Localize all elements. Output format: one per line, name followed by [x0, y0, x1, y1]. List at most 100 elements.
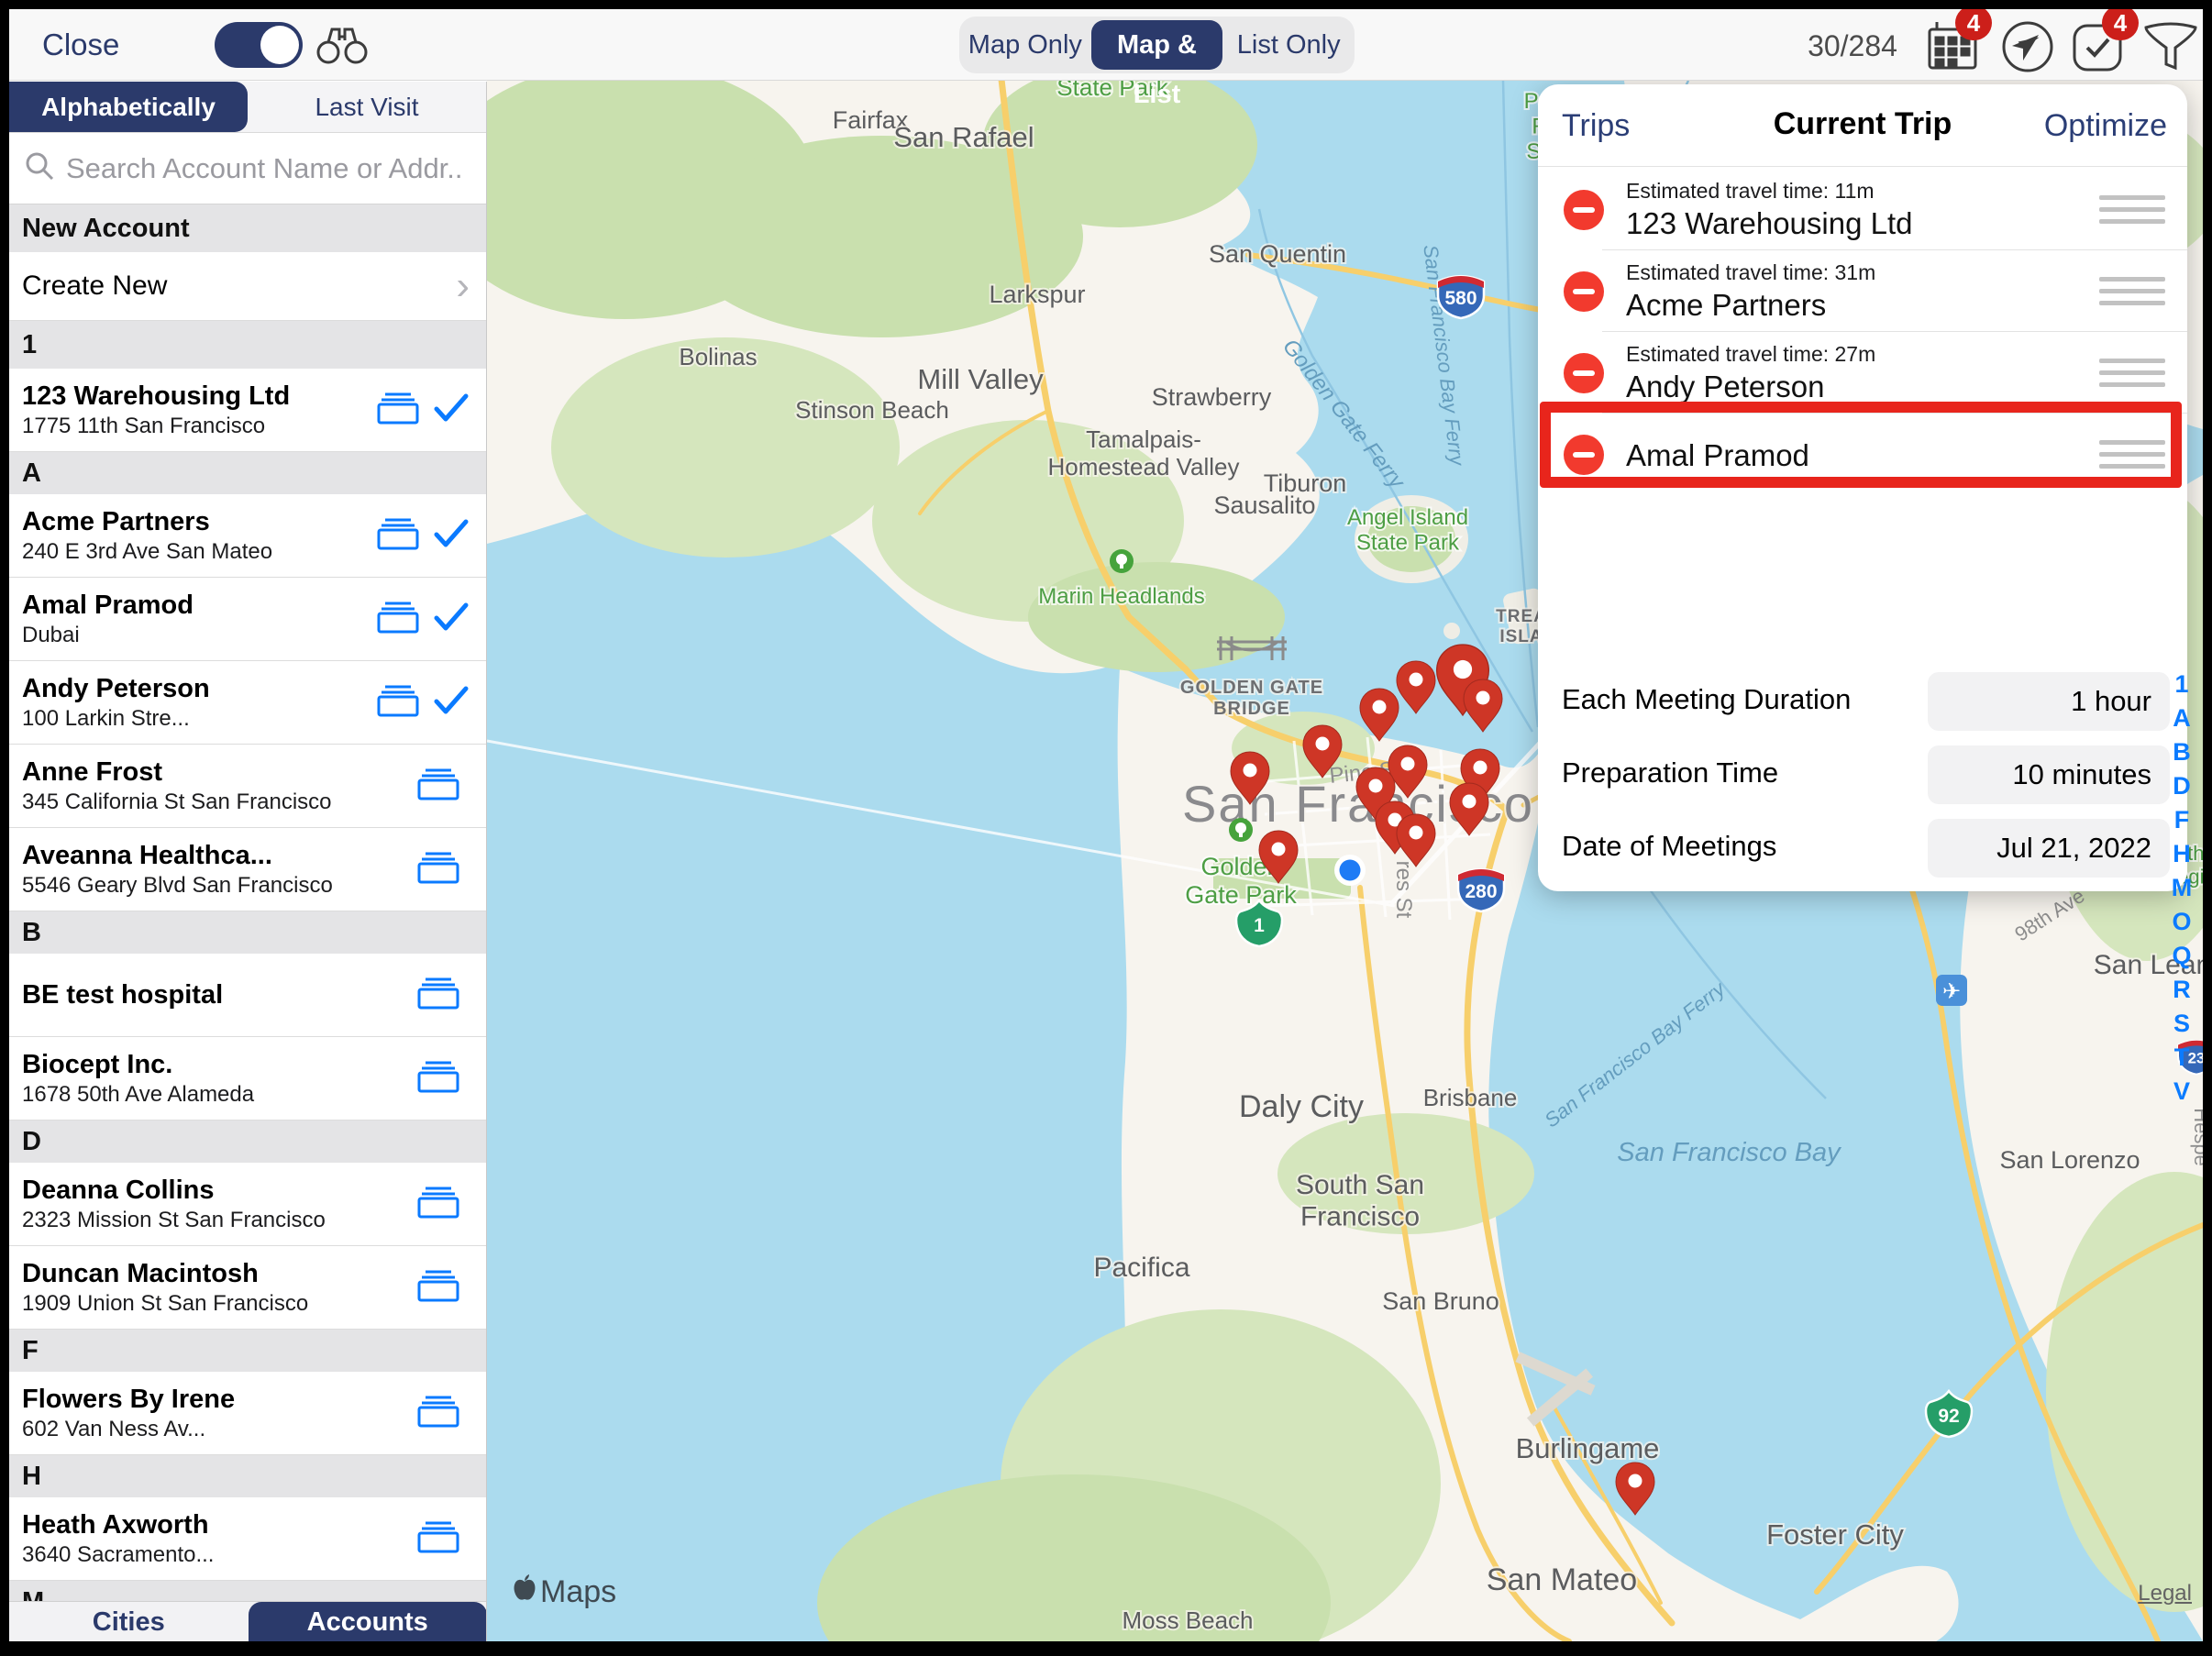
locate-me-icon[interactable]: [2001, 20, 2054, 78]
account-row[interactable]: Amal PramodDubai: [9, 578, 486, 661]
account-name: 123 Warehousing Ltd: [22, 380, 376, 413]
colorize-toggle[interactable]: [215, 22, 303, 68]
optimize-button[interactable]: Optimize: [2044, 108, 2167, 144]
remove-stop-icon[interactable]: [1564, 435, 1604, 475]
account-name: Anne Frost: [22, 756, 416, 789]
setting-label: Date of Meetings: [1562, 830, 1776, 863]
street-label: Hespe: [2190, 1108, 2203, 1166]
account-address: 100 Larkin Stre...: [22, 705, 376, 733]
map-pin[interactable]: [1616, 1463, 1654, 1515]
trip-stop-row[interactable]: Estimated travel time: 11m123 Warehousin…: [1538, 170, 2187, 250]
account-stack-icon[interactable]: [416, 767, 460, 806]
sort-tabs: Alphabetically Last Visit: [9, 82, 486, 133]
airport-icon: ✈: [1936, 975, 1967, 1006]
index-letter-A[interactable]: A: [2168, 701, 2195, 735]
account-row[interactable]: Deanna Collins2323 Mission St San Franci…: [9, 1163, 486, 1246]
drag-handle-icon[interactable]: [2099, 195, 2165, 231]
index-letter-B[interactable]: B: [2168, 735, 2195, 769]
account-stack-icon[interactable]: [416, 1519, 460, 1559]
map-attribution: Maps: [513, 1574, 616, 1610]
account-stack-icon[interactable]: [416, 1059, 460, 1098]
account-stack-icon[interactable]: [416, 850, 460, 889]
trip-stop-row[interactable]: Amal Pramod: [1538, 414, 2187, 495]
account-address: 1775 11th San Francisco: [22, 413, 376, 440]
checkmark-icon: [433, 392, 473, 428]
index-letter-S[interactable]: S: [2168, 1007, 2195, 1041]
filter-icon[interactable]: [2142, 20, 2199, 78]
city-label: Sausalito: [1213, 491, 1315, 519]
index-letter-O[interactable]: O: [2168, 905, 2195, 939]
account-row[interactable]: Anne Frost345 California St San Francisc…: [9, 745, 486, 828]
tab-cities[interactable]: Cities: [9, 1602, 249, 1641]
account-row[interactable]: Biocept Inc.1678 50th Ave Alameda: [9, 1037, 486, 1121]
park-label: Marin Headlands: [1038, 584, 1204, 609]
stop-name: 123 Warehousing Ltd: [1626, 206, 1913, 241]
tab-last-visit[interactable]: Last Visit: [248, 82, 486, 132]
tab-alphabetically[interactable]: Alphabetically: [9, 82, 248, 132]
account-row[interactable]: Andy Peterson100 Larkin Stre...: [9, 661, 486, 745]
remove-stop-icon[interactable]: [1564, 353, 1604, 393]
map-pin[interactable]: [1464, 679, 1502, 732]
account-stack-icon[interactable]: [376, 683, 420, 723]
section-header: 1: [9, 321, 486, 369]
search-input[interactable]: [66, 152, 460, 185]
legal-link[interactable]: Legal: [2138, 1581, 2192, 1606]
account-stack-icon[interactable]: [416, 1268, 460, 1308]
remove-stop-icon[interactable]: [1564, 190, 1604, 230]
tab-accounts[interactable]: Accounts: [249, 1602, 488, 1641]
index-letter-F[interactable]: F: [2168, 803, 2195, 837]
section-header: B: [9, 911, 486, 954]
index-letter-D[interactable]: D: [2168, 769, 2195, 803]
city-label: Strawberry: [1152, 383, 1272, 411]
account-row[interactable]: Aveanna Healthca...5546 Geary Blvd San F…: [9, 828, 486, 911]
search-icon: [24, 150, 55, 186]
account-stack-icon[interactable]: [376, 516, 420, 556]
remove-stop-icon[interactable]: [1564, 271, 1604, 312]
index-letter-Q[interactable]: Q: [2168, 939, 2195, 973]
account-name: Aveanna Healthca...: [22, 839, 416, 872]
account-row[interactable]: Heath Axworth3640 Sacramento...: [9, 1497, 486, 1581]
segment-list-only[interactable]: List Only: [1222, 20, 1355, 70]
svg-text:280: 280: [1465, 881, 1497, 902]
account-row[interactable]: 123 Warehousing Ltd1775 11th San Francis…: [9, 369, 486, 452]
map-pin[interactable]: [1397, 661, 1435, 713]
index-letter-R[interactable]: R: [2168, 973, 2195, 1007]
close-button[interactable]: Close: [42, 28, 119, 62]
account-stack-icon[interactable]: [376, 600, 420, 639]
travel-time-label: Estimated travel time: 11m: [1626, 179, 1875, 204]
drag-handle-icon[interactable]: [2099, 440, 2165, 476]
index-letter-T[interactable]: T: [2168, 1041, 2195, 1075]
account-row[interactable]: BE test hospital: [9, 954, 486, 1037]
account-row[interactable]: Duncan Macintosh1909 Union St San Franci…: [9, 1246, 486, 1330]
view-mode-segmented-control: Map Only Map & List List Only: [959, 17, 1355, 73]
drag-handle-icon[interactable]: [2099, 277, 2165, 313]
index-letter-M[interactable]: M: [2168, 871, 2195, 905]
trip-stop-row[interactable]: Estimated travel time: 31mAcme Partners: [1538, 251, 2187, 332]
svg-text:580: 580: [1444, 288, 1477, 309]
city-label: Mill Valley: [917, 363, 1044, 395]
park-label: Angel IslandState Park: [1347, 505, 1468, 556]
account-stack-icon[interactable]: [416, 976, 460, 1015]
drag-handle-icon[interactable]: [2099, 359, 2165, 394]
account-row[interactable]: Flowers By Irene602 Van Ness Av...: [9, 1372, 486, 1455]
account-stack-icon[interactable]: [416, 1394, 460, 1433]
segment-map-only[interactable]: Map Only: [959, 20, 1091, 70]
city-label: Moss Beach: [1122, 1606, 1253, 1634]
setting-value-field[interactable]: Jul 21, 2022: [1928, 819, 2170, 878]
setting-value-field[interactable]: 10 minutes: [1928, 745, 2170, 804]
index-letter-V[interactable]: V: [2168, 1075, 2195, 1109]
account-stack-icon[interactable]: [416, 1185, 460, 1224]
account-row[interactable]: Acme Partners240 E 3rd Ave San Mateo: [9, 494, 486, 578]
segment-map-and-list[interactable]: Map & List: [1091, 20, 1223, 70]
create-new-account-row[interactable]: Create New›: [9, 252, 486, 321]
setting-value-field[interactable]: 1 hour: [1928, 672, 2170, 731]
index-letter-1[interactable]: 1: [2168, 668, 2195, 701]
index-letter-H[interactable]: H: [2168, 837, 2195, 871]
section-header: F: [9, 1330, 486, 1372]
account-name: Heath Axworth: [22, 1508, 416, 1541]
checkins-badge: 4: [2102, 9, 2139, 40]
account-stack-icon[interactable]: [376, 391, 420, 430]
stop-name: Acme Partners: [1626, 288, 1826, 323]
trip-stop-row[interactable]: Estimated travel time: 27mAndy Peterson: [1538, 333, 2187, 414]
binoculars-icon[interactable]: [315, 22, 369, 72]
